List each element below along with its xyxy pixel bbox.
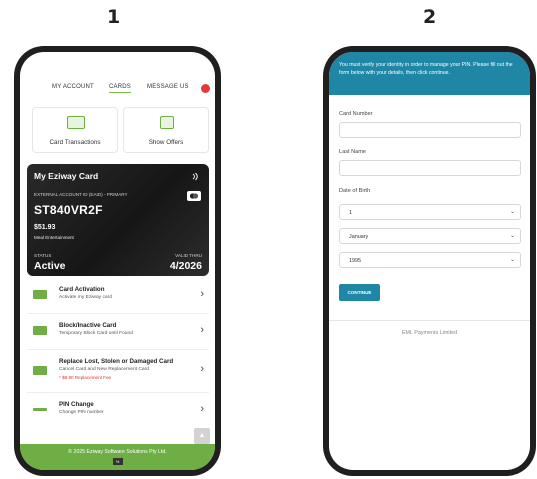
dob-month-select[interactable]: January ⌄ — [339, 228, 521, 244]
credit-card-icon — [67, 116, 85, 129]
card-number-label: Card Number — [339, 111, 373, 117]
top-tabs: MY ACCOUNT CARDS MESSAGE US — [20, 81, 215, 101]
chevron-right-icon: › — [200, 288, 204, 300]
contactless-icon — [192, 172, 198, 181]
list-item-replace-card[interactable]: Replace Lost, Stolen or Damaged Card Can… — [27, 351, 209, 393]
panel-number-1: 1 — [107, 6, 121, 28]
balance-label: Meal Entertainment — [34, 235, 74, 240]
tab-cards[interactable]: CARDS — [109, 84, 132, 93]
card-number-input[interactable] — [339, 122, 521, 138]
dob-day-select[interactable]: 1 ⌄ — [339, 204, 521, 220]
item-title: Replace Lost, Stolen or Damaged Card — [59, 358, 174, 365]
arrow-up-icon: ▲ — [198, 432, 206, 439]
chevron-down-icon: ⌄ — [509, 233, 515, 239]
dob-month-value: January — [349, 234, 369, 240]
screen-verify-identity: You must verify your identity in order t… — [329, 52, 530, 470]
card-title: My Eziway Card — [34, 171, 99, 181]
footer: © 2025 Eziway Software Solutions Pty Ltd… — [20, 444, 215, 470]
dob-label: Date of Birth — [339, 188, 371, 194]
item-subtitle: Temporary Block Card until Found — [59, 331, 133, 336]
continue-button[interactable]: CONTINUE — [339, 284, 380, 301]
item-title: Block/Inactive Card — [59, 322, 117, 329]
scroll-to-top-button[interactable]: ▲ — [194, 428, 210, 444]
card-action-icon — [33, 326, 47, 335]
phone-frame-2: You must verify your identity in order t… — [323, 46, 536, 476]
pin-icon — [33, 408, 47, 411]
tab-my-account[interactable]: MY ACCOUNT — [52, 84, 94, 90]
show-offers-button[interactable]: Show Offers — [123, 107, 209, 153]
gift-icon — [160, 116, 174, 129]
screen-cards: MY ACCOUNT CARDS MESSAGE US Card Transac… — [20, 52, 215, 470]
card-action-icon — [33, 290, 47, 299]
account-id-label: EXTERNAL ACCOUNT ID (EAID) - PRIMARY — [34, 192, 128, 197]
phone-frame-1: MY ACCOUNT CARDS MESSAGE US Card Transac… — [14, 46, 221, 476]
dob-day-value: 1 — [349, 210, 352, 216]
last-name-input[interactable] — [339, 160, 521, 176]
message-badge — [201, 84, 210, 93]
chevron-right-icon: › — [200, 363, 204, 375]
mastercard-icon — [187, 191, 201, 201]
dob-year-select[interactable]: 1995 ⌄ — [339, 252, 521, 268]
card-transactions-button[interactable]: Card Transactions — [32, 107, 118, 153]
chevron-right-icon: › — [200, 403, 204, 415]
chevron-right-icon: › — [200, 324, 204, 336]
status-value: Active — [34, 260, 66, 272]
eziway-card[interactable]: My Eziway Card EXTERNAL ACCOUNT ID (EAID… — [27, 164, 209, 276]
dob-year-value: 1995 — [349, 258, 361, 264]
card-transactions-label: Card Transactions — [49, 139, 101, 146]
panel-number-2: 2 — [423, 6, 437, 28]
card-action-icon — [33, 366, 47, 375]
show-offers-label: Show Offers — [148, 139, 184, 146]
replacement-fee: * $8.80 Replacement Fee — [59, 375, 112, 380]
item-subtitle: Change PIN number — [59, 410, 104, 415]
list-item-card-activation[interactable]: Card Activation Activate my Eziway card … — [27, 279, 209, 314]
tab-message-us[interactable]: MESSAGE US — [147, 84, 189, 90]
chevron-down-icon: ⌄ — [509, 209, 515, 215]
divider — [329, 320, 530, 321]
company-name: EML Payments Limited — [401, 330, 458, 336]
valid-thru-value: 4/2026 — [169, 260, 202, 272]
footer-copyright: © 2025 Eziway Software Solutions Pty Ltd… — [68, 449, 167, 455]
chevron-down-icon: ⌄ — [509, 257, 515, 263]
item-title: Card Activation — [59, 286, 105, 293]
list-item-block-card[interactable]: Block/Inactive Card Temporary Block Card… — [27, 315, 209, 350]
status-label: STATUS — [34, 253, 52, 258]
valid-thru-label: VALID THRU — [175, 253, 202, 258]
last-name-label: Last Name — [339, 149, 367, 155]
item-subtitle: Cancel Card and New Replacement Card — [59, 367, 149, 372]
card-balance: $51.93 — [34, 224, 56, 231]
item-title: PIN Change — [59, 401, 94, 408]
verify-banner: You must verify your identity in order t… — [329, 52, 530, 95]
footer-badge: % — [112, 458, 123, 465]
item-subtitle: Activate my Eziway card — [59, 295, 112, 300]
account-id: ST840VR2F — [34, 203, 103, 217]
list-item-pin-change[interactable]: PIN Change Change PIN number › — [27, 394, 209, 429]
